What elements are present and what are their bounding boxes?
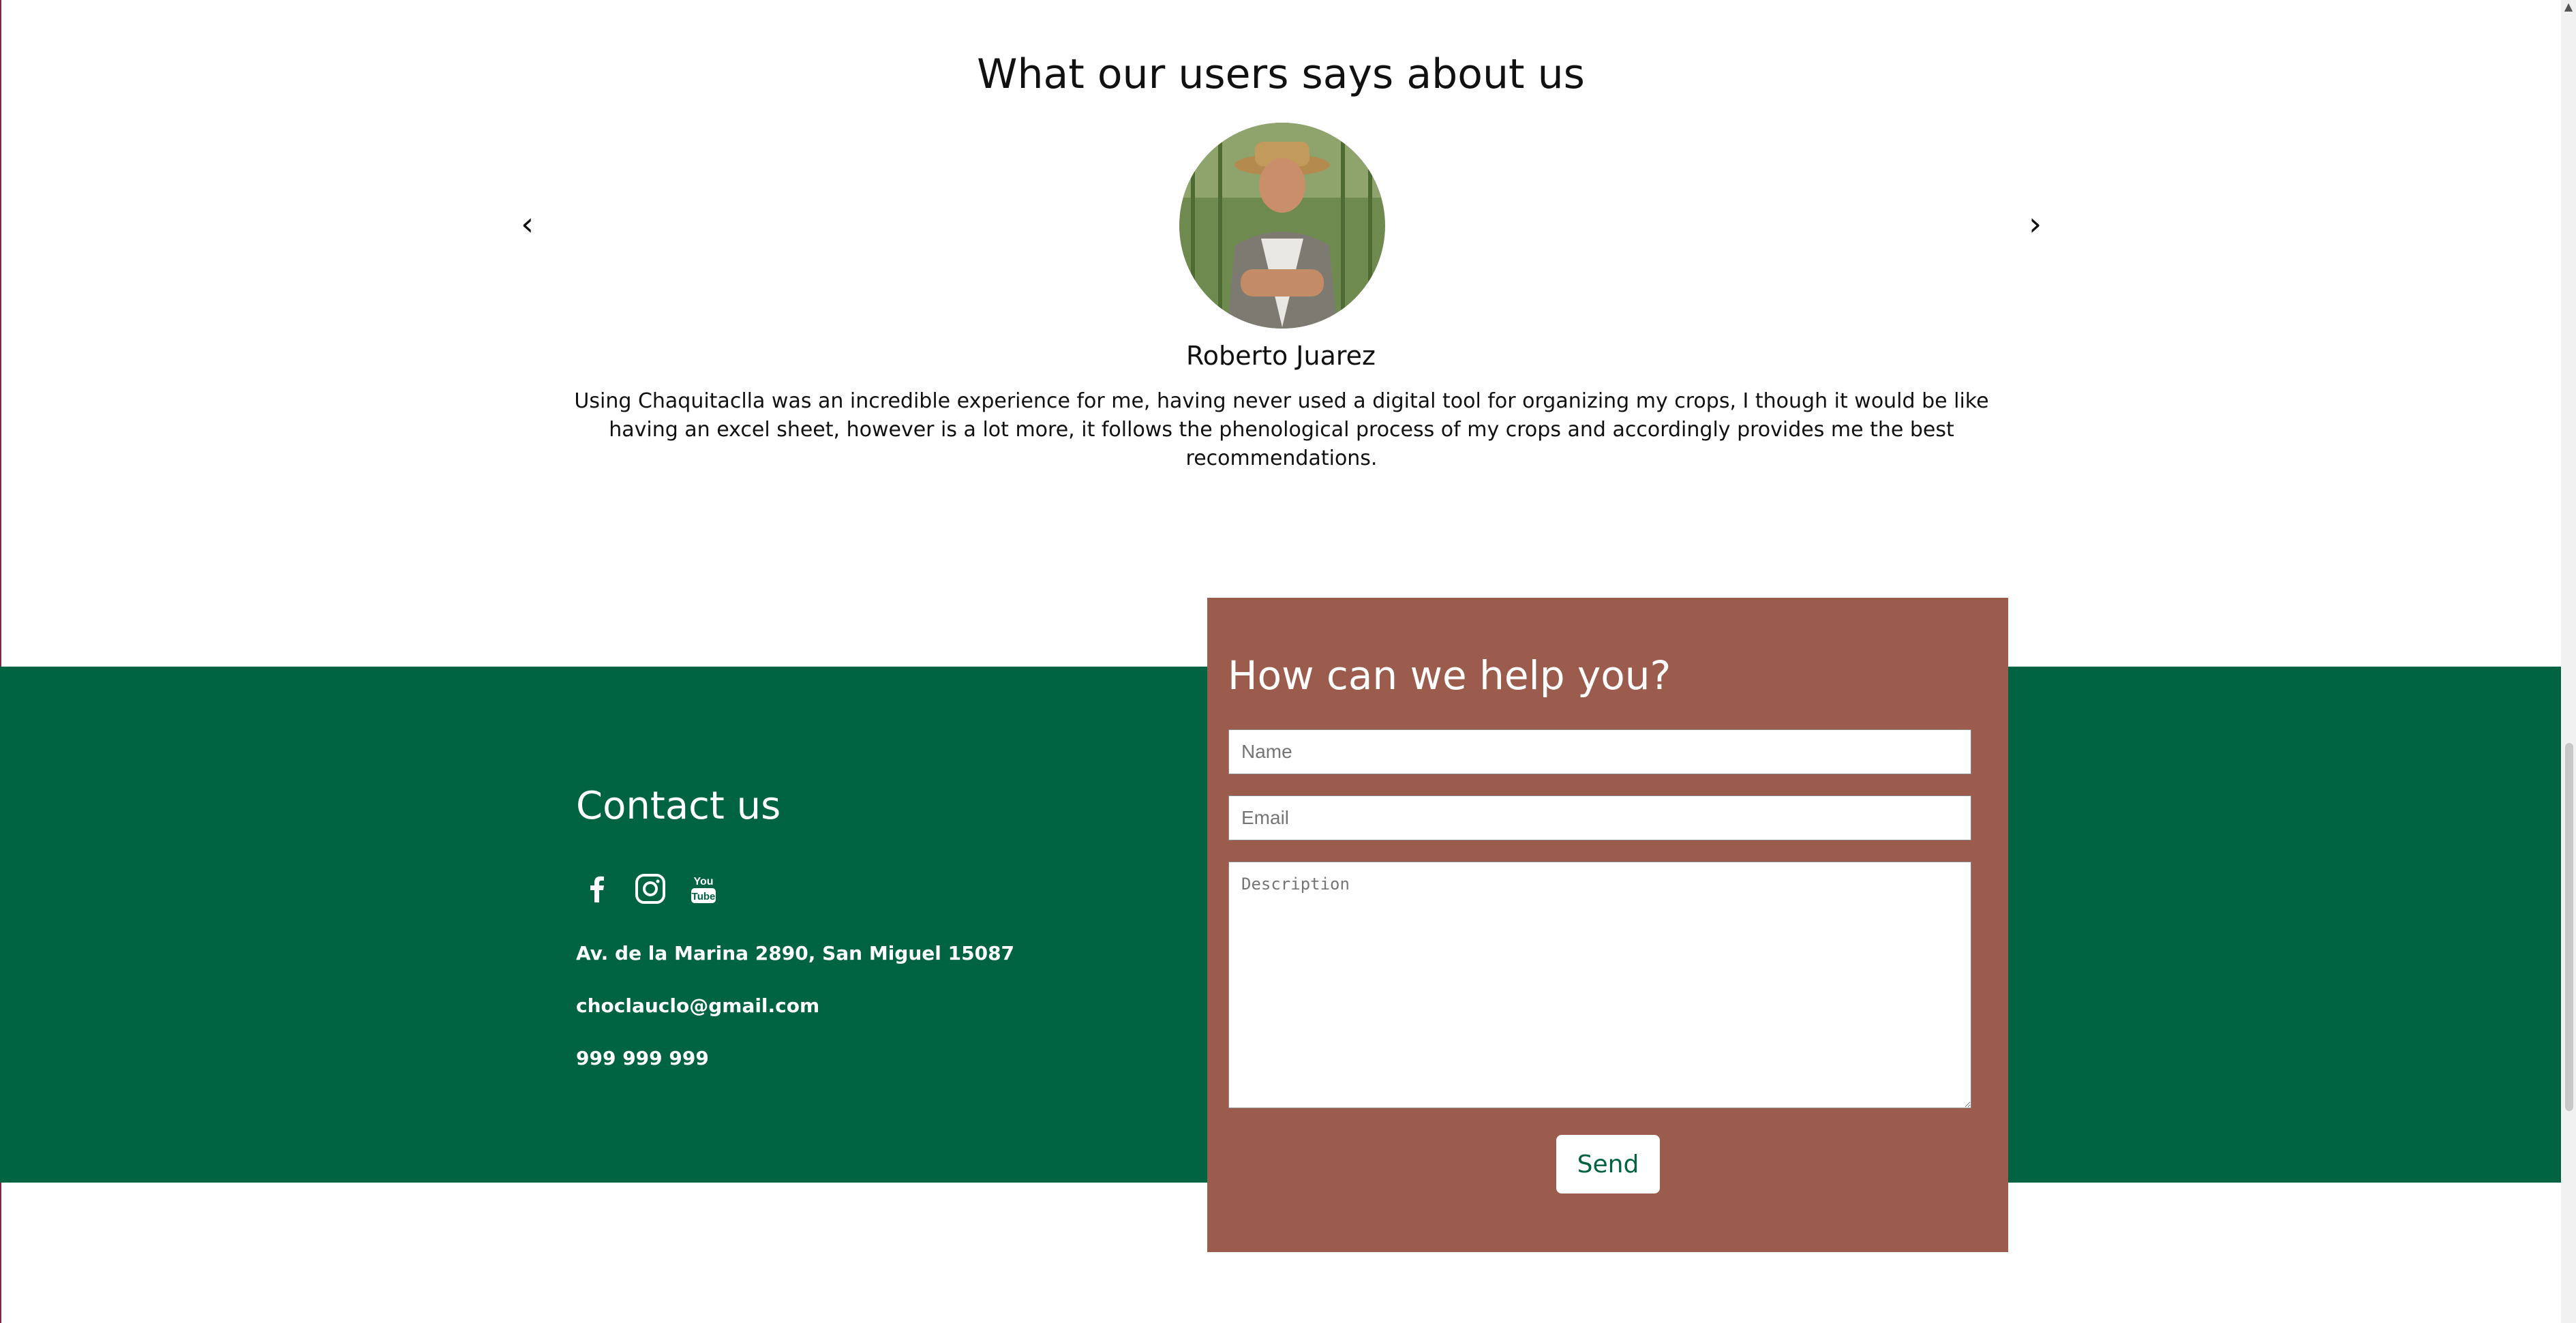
testimonial-name: Roberto Juarez [1186,341,1376,371]
carousel-prev-button[interactable]: ‹ [521,208,534,241]
scrollbar-thumb[interactable] [2565,743,2573,1111]
contact-phone: 999 999 999 [576,1047,709,1069]
scroll-up-arrow-icon[interactable]: ▲ [2562,0,2575,14]
youtube-icon[interactable]: You Tube [684,870,723,908]
svg-text:You: You [693,876,713,887]
social-links: You Tube [578,870,723,908]
testimonial-avatar [1179,123,1385,329]
help-form-panel: How can we help you? Send [1207,598,2008,1252]
instagram-icon[interactable] [631,870,669,908]
form-title: How can we help you? [1228,652,1671,699]
name-input[interactable] [1228,729,1971,774]
email-input[interactable] [1228,795,1971,840]
send-button[interactable]: Send [1556,1135,1660,1193]
carousel-next-button[interactable]: › [2029,208,2042,241]
svg-text:Tube: Tube [692,891,716,902]
scrollbar[interactable]: ▲ [2561,0,2576,1323]
contact-email: choclauclo@gmail.com [576,994,820,1017]
contact-title: Contact us [576,784,781,828]
farmer-photo [1179,123,1385,329]
testimonials-title: What our users says about us [977,50,1585,98]
testimonial-text: Using Chaquitaclla was an incredible exp… [574,389,1989,470]
facebook-icon[interactable] [578,870,616,908]
contact-address: Av. de la Marina 2890, San Miguel 15087 [576,942,1015,964]
description-textarea[interactable] [1228,862,1971,1108]
